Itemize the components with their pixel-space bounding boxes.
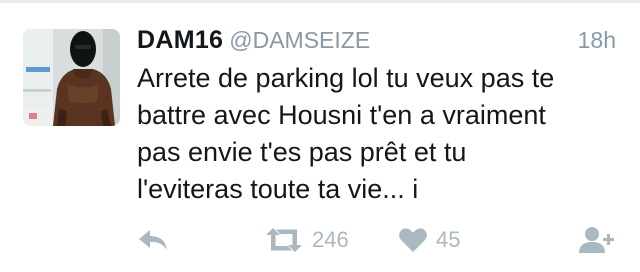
avatar-image [23,29,120,126]
tweet-text-line: pas envie t'es pas prêt et tu [137,137,467,167]
user-handle[interactable]: @DAMSEIZE [229,27,370,53]
heart-icon [399,228,427,252]
tweet-actions: 246 45 [0,222,640,258]
retweet-icon [266,228,302,252]
tweet-timestamp[interactable]: 18h [578,27,616,54]
follow-button[interactable] [578,222,618,258]
tweet-header: DAM16 @DAMSEIZE [137,26,617,60]
retweet-count: 246 [312,227,349,252]
tweet-card[interactable]: DAM16 @DAMSEIZE 18h Arrete de parking lol… [0,0,640,272]
like-count: 45 [436,227,461,252]
reply-icon [139,230,167,250]
tweet-text: Arrete de parking lol tu veux pas te bat… [137,60,607,208]
avatar[interactable] [23,29,120,126]
tweet-text-line: battre avec Housni t'en a vraiment [137,100,546,130]
tweet-text-line: l'eviteras toute ta vie... i [137,174,419,204]
display-name[interactable]: DAM16 [137,26,223,54]
add-user-icon [579,227,614,253]
reply-button[interactable] [137,222,169,258]
like-button[interactable]: 45 [398,222,460,258]
tweet-text-line: Arrete de parking lol tu veux pas te [137,63,555,93]
retweet-button[interactable]: 246 [264,222,349,258]
